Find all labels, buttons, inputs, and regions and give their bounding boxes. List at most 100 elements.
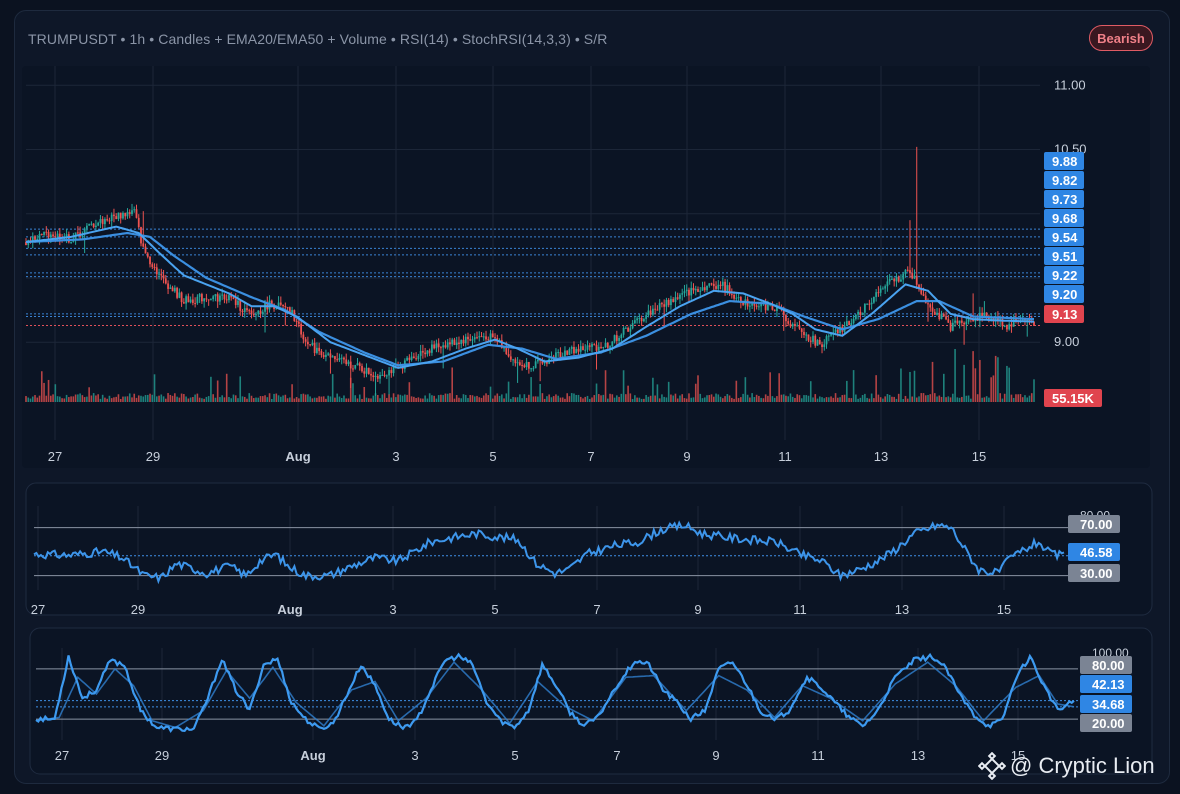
volume-bar xyxy=(478,397,481,402)
stoch-x-tick: 13 xyxy=(911,748,925,763)
candle-body xyxy=(814,335,817,346)
candle-body xyxy=(927,303,929,305)
candle-body xyxy=(949,322,952,331)
candle-body xyxy=(757,306,760,308)
volume-bar xyxy=(419,398,422,402)
candle-body xyxy=(419,351,422,356)
rsi-lower-label-text: 30.00 xyxy=(1080,566,1113,581)
candle-body xyxy=(854,314,857,319)
candle-body xyxy=(534,361,537,369)
volume-bar xyxy=(618,396,620,402)
volume-bar xyxy=(652,377,654,402)
candle-body xyxy=(663,304,666,307)
volume-bar xyxy=(410,396,413,402)
candle-body xyxy=(809,340,812,342)
volume-bar xyxy=(1012,397,1015,402)
candle-body xyxy=(487,339,490,341)
volume-bar xyxy=(345,398,348,402)
candle-body xyxy=(237,300,239,305)
volume-bar xyxy=(277,395,280,402)
candle-body xyxy=(825,336,828,345)
volume-bar xyxy=(453,398,456,402)
stoch-upper-label-text: 80.00 xyxy=(1092,658,1125,673)
volume-bar xyxy=(464,394,467,402)
candle-body xyxy=(223,294,226,300)
volume-bar xyxy=(866,397,868,402)
volume-bar xyxy=(216,380,219,402)
candle-body xyxy=(349,361,352,369)
candle-body xyxy=(446,342,449,348)
candle-body xyxy=(433,344,436,349)
volume-bar xyxy=(990,377,992,402)
volume-bar xyxy=(839,397,841,402)
candle-body xyxy=(845,321,848,326)
candle-body xyxy=(370,373,372,376)
volume-bar xyxy=(194,394,196,402)
volume-bar xyxy=(809,381,812,402)
volume-bar xyxy=(316,397,318,402)
candle-body xyxy=(113,214,115,217)
volume-bar xyxy=(311,398,314,402)
volume-bar xyxy=(198,397,201,402)
candle-body xyxy=(800,328,803,332)
volume-bar xyxy=(897,393,900,402)
volume-bar xyxy=(388,394,390,402)
stoch-x-tick: 27 xyxy=(55,748,69,763)
volume-bar xyxy=(548,394,550,402)
candle-body xyxy=(239,300,242,311)
rsi-x-tick: Aug xyxy=(277,602,302,617)
candle-body xyxy=(733,294,735,299)
candle-body xyxy=(480,336,483,338)
volume-bar xyxy=(302,393,305,402)
volume-bar xyxy=(473,396,476,402)
candle-body xyxy=(437,343,440,348)
candle-body xyxy=(559,352,562,358)
candle-body xyxy=(595,344,598,351)
candle-body xyxy=(442,345,445,348)
candle-body xyxy=(43,231,45,235)
volume-bar xyxy=(859,397,862,402)
candle-body xyxy=(300,323,303,335)
volume-bar xyxy=(300,394,302,402)
candle-body xyxy=(670,299,672,306)
current-price-label: 9.13 xyxy=(1044,305,1084,323)
volume-bar xyxy=(692,397,695,402)
volume-bar xyxy=(1033,379,1035,402)
volume-bar xyxy=(480,397,483,402)
price-chart[interactable]: 11.0010.509.009.889.829.739.689.549.519.… xyxy=(0,0,1180,794)
volume-bar xyxy=(850,398,853,402)
candle-body xyxy=(676,297,679,299)
volume-bar xyxy=(338,396,341,402)
volume-bar xyxy=(976,394,979,402)
candle-body xyxy=(40,233,43,235)
volume-bar xyxy=(507,381,510,402)
volume-bar xyxy=(997,357,999,402)
volume-bar xyxy=(629,393,632,402)
volume-bar xyxy=(185,396,187,402)
candle-body xyxy=(178,292,181,298)
candle-body xyxy=(647,310,650,316)
volume-bar xyxy=(722,398,724,402)
volume-bar xyxy=(167,393,169,402)
candle xyxy=(367,367,370,375)
candle-body xyxy=(717,284,720,289)
candle-body xyxy=(309,344,312,346)
candle-body xyxy=(449,342,451,345)
candle-body xyxy=(104,219,106,225)
candle-body xyxy=(627,327,629,332)
stoch-x-tick: Aug xyxy=(300,748,325,763)
volume-bar xyxy=(728,395,731,402)
candle-body xyxy=(532,368,535,370)
stoch-x-tick: 5 xyxy=(511,748,518,763)
volume-bar xyxy=(313,397,316,402)
volume-bar xyxy=(320,396,323,402)
volume-bar xyxy=(837,397,839,402)
volume-bar xyxy=(437,395,440,402)
price-level-label: 9.68 xyxy=(1044,209,1084,227)
candle-body xyxy=(482,336,485,338)
price-level-label-text: 9.51 xyxy=(1052,249,1077,264)
volume-bar xyxy=(798,395,801,402)
volume-bar xyxy=(126,396,129,402)
volume-bar xyxy=(426,398,429,402)
candle-body xyxy=(1003,325,1006,327)
